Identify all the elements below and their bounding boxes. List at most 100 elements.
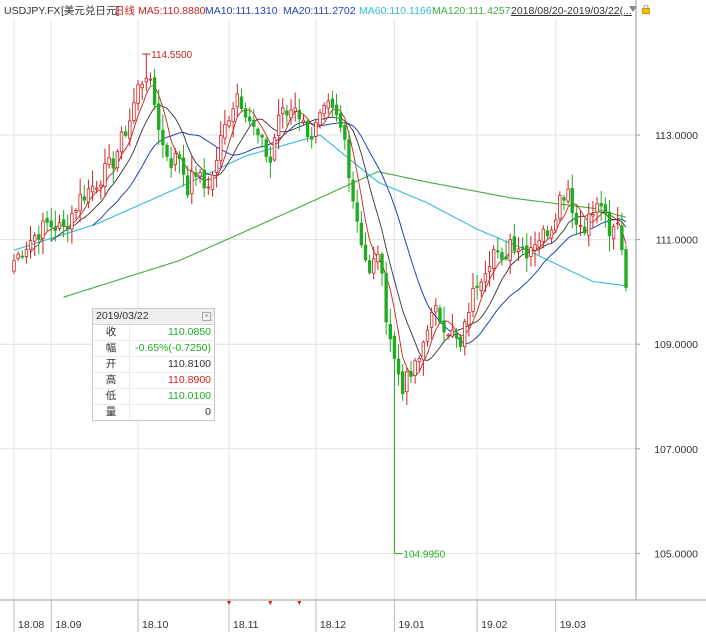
candle-body <box>272 137 277 161</box>
candle <box>413 358 417 384</box>
candle-body <box>334 104 339 116</box>
candle-body <box>248 116 252 122</box>
x-tick-label: 19.01 <box>398 619 424 631</box>
candle <box>140 80 144 101</box>
candle <box>434 298 438 326</box>
candle-body <box>318 112 322 126</box>
candle <box>256 127 260 144</box>
candle <box>347 131 351 192</box>
event-marker-icon <box>268 601 273 605</box>
candle-body <box>487 266 492 273</box>
candle-body <box>305 120 310 137</box>
candle <box>103 148 107 197</box>
candle-body <box>425 329 430 342</box>
crosshair-info-panel[interactable]: 2019/03/22 × 收 110.0850 幅 -0.65%(-0.7250) 开 1… <box>92 308 215 421</box>
candle <box>90 170 95 201</box>
candle <box>417 355 421 371</box>
candle-body <box>214 159 219 173</box>
candle <box>558 191 562 222</box>
candle-body <box>599 203 603 207</box>
info-row-label: 幅 <box>93 341 130 356</box>
candle-body <box>322 105 326 115</box>
candle-body <box>53 226 58 231</box>
candle-body <box>223 124 227 139</box>
info-row: 低 110.0100 <box>93 388 214 404</box>
candle-body <box>338 112 343 128</box>
info-row-value: 110.8100 <box>167 358 211 370</box>
candle <box>268 145 273 178</box>
candle-body <box>252 120 256 127</box>
candle-body <box>49 220 53 228</box>
candle-body <box>392 335 397 359</box>
candle <box>260 133 264 148</box>
candle-body <box>483 273 488 283</box>
close-icon[interactable]: × <box>202 312 211 321</box>
candle <box>210 171 215 197</box>
candle-body <box>401 371 405 394</box>
event-marker-icon <box>297 601 302 605</box>
candle-body <box>607 211 612 237</box>
candle-body <box>562 197 566 201</box>
candle-body <box>310 136 314 140</box>
event-marker-icon <box>227 601 232 605</box>
candle-body <box>491 249 496 269</box>
candle-body <box>611 226 616 240</box>
candle-body <box>61 219 66 227</box>
info-row-label: 收 <box>93 325 130 340</box>
candle-body <box>140 83 144 89</box>
candle-body <box>181 157 186 175</box>
candle <box>355 189 359 234</box>
candle-body <box>355 202 359 222</box>
candle <box>24 241 29 264</box>
candle-body <box>520 246 525 249</box>
candle <box>198 169 202 184</box>
candle <box>562 194 566 211</box>
candle-body <box>219 135 223 162</box>
candle-body <box>144 77 149 83</box>
candle-body <box>545 230 550 237</box>
candle-body <box>107 157 111 165</box>
info-row-label: 开 <box>93 357 130 372</box>
candle <box>281 98 285 129</box>
candle-body <box>429 312 434 328</box>
candle <box>190 156 194 205</box>
info-row-value: 110.8900 <box>167 374 211 386</box>
candle <box>603 197 608 228</box>
candle <box>227 115 231 129</box>
candle-body <box>525 245 529 259</box>
candle-body <box>202 170 206 189</box>
annotation-label: 104.9950 <box>403 550 445 561</box>
candle-body <box>70 213 74 230</box>
candle <box>219 121 223 169</box>
candle <box>421 340 426 376</box>
candle-body <box>111 158 115 169</box>
candle <box>616 206 620 230</box>
info-row-value: 0 <box>205 406 211 418</box>
candle-body <box>243 108 248 118</box>
info-row-value: 110.0850 <box>167 326 211 338</box>
candle-body <box>467 312 471 326</box>
x-tick-label: 18.08 <box>18 619 44 631</box>
candle <box>380 252 384 287</box>
candle-body <box>152 77 157 106</box>
info-row: 量0 <box>93 404 214 420</box>
candle-body <box>32 235 37 242</box>
candle-body <box>293 107 297 112</box>
candle <box>148 72 153 85</box>
candle-body <box>256 128 260 136</box>
candle <box>169 146 173 178</box>
candle <box>438 304 442 325</box>
candle <box>607 200 612 252</box>
candle-body <box>264 139 268 157</box>
candle <box>272 133 277 162</box>
candle-body <box>566 188 570 202</box>
candle-body <box>595 203 599 213</box>
candle-body <box>421 341 426 361</box>
info-row: 幅 -0.65%(-0.7250) <box>93 340 214 356</box>
candle-body <box>396 358 401 375</box>
candle <box>70 205 74 244</box>
candle <box>599 190 603 221</box>
candle <box>363 232 368 263</box>
info-row-value: -0.65%(-0.7250) <box>135 342 211 354</box>
candle-body <box>367 260 372 274</box>
